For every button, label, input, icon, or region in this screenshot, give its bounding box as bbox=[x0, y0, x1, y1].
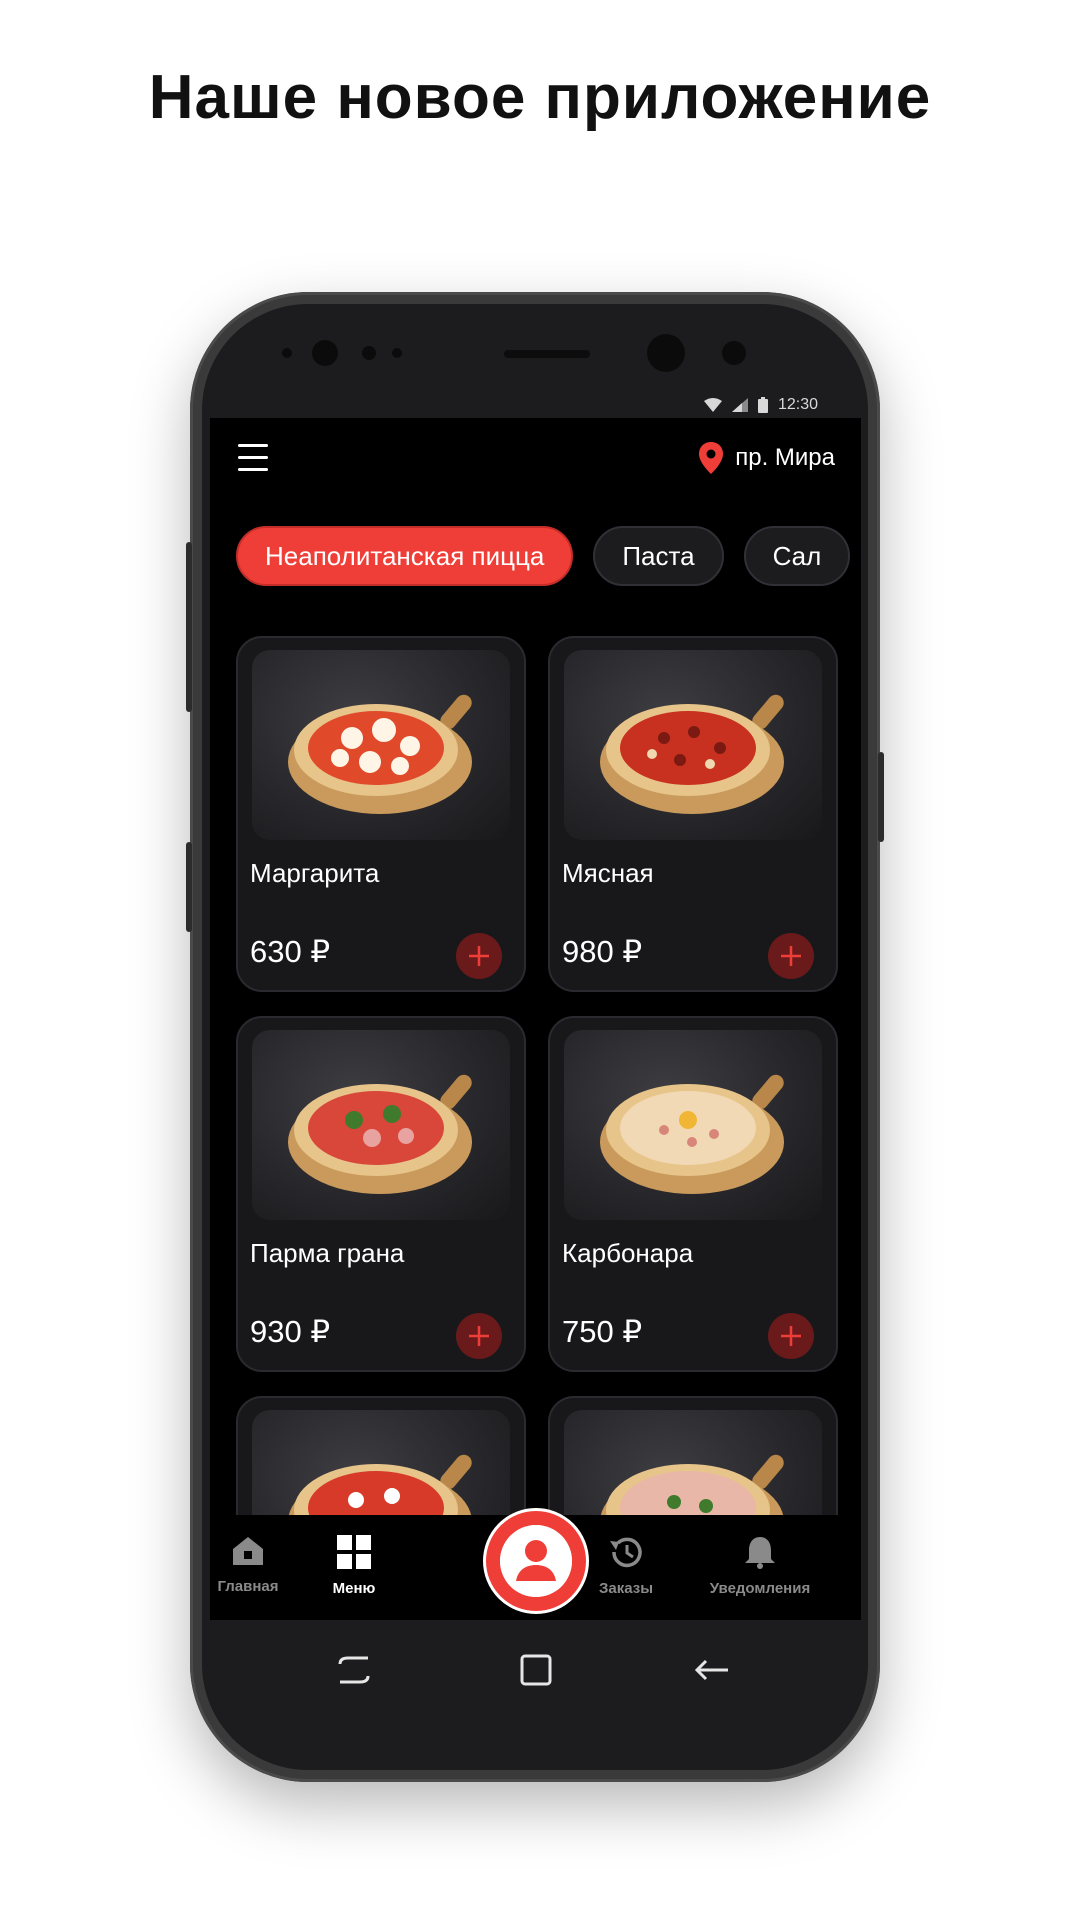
sensor-dot bbox=[362, 346, 376, 360]
home-square-icon bbox=[520, 1654, 552, 1686]
recent-apps-icon bbox=[338, 1656, 370, 1684]
status-bar: 12:30 bbox=[703, 396, 818, 414]
product-price: 930 ₽ bbox=[250, 1314, 331, 1349]
category-chip-pasta[interactable]: Паста bbox=[593, 526, 724, 586]
sensor-dot bbox=[282, 348, 292, 358]
product-name: Карбонара bbox=[562, 1238, 694, 1268]
top-bar: пр. Мира bbox=[210, 418, 861, 502]
system-navigation-bar bbox=[210, 1620, 861, 1720]
add-to-cart-button[interactable] bbox=[456, 933, 502, 979]
plus-icon bbox=[469, 946, 489, 966]
front-camera bbox=[647, 334, 685, 372]
category-chip-salads[interactable]: Сал bbox=[743, 526, 851, 586]
add-to-cart-button[interactable] bbox=[768, 1313, 814, 1359]
bell-icon bbox=[745, 1537, 775, 1569]
bixby-button bbox=[186, 842, 192, 932]
wifi-icon bbox=[703, 398, 722, 412]
add-to-cart-button[interactable] bbox=[768, 933, 814, 979]
recent-apps-button[interactable] bbox=[334, 1650, 374, 1690]
location-selector[interactable]: пр. Мира bbox=[699, 442, 835, 474]
front-camera bbox=[312, 340, 338, 366]
product-image bbox=[252, 1030, 510, 1220]
back-arrow-icon bbox=[694, 1659, 728, 1681]
product-image bbox=[564, 1030, 822, 1220]
signal-icon bbox=[731, 398, 748, 412]
nav-item-notifications[interactable]: Уведомления bbox=[685, 1535, 835, 1597]
app-screen: пр. Мира Неаполитанская пицца Паста Сал … bbox=[210, 418, 861, 1620]
location-label: пр. Мира bbox=[735, 444, 835, 471]
hamburger-icon[interactable] bbox=[238, 444, 268, 472]
profile-button[interactable] bbox=[483, 1508, 589, 1614]
sensor-dot bbox=[392, 348, 402, 358]
product-price: 980 ₽ bbox=[562, 934, 643, 969]
map-pin-icon bbox=[699, 442, 724, 474]
home-icon bbox=[233, 1537, 263, 1565]
product-name: Мясная bbox=[562, 858, 654, 888]
plus-icon bbox=[781, 946, 801, 966]
battery-icon bbox=[757, 397, 768, 413]
nav-label: Уведомления bbox=[709, 1580, 811, 1597]
history-icon bbox=[610, 1537, 642, 1568]
product-price: 630 ₽ bbox=[250, 934, 331, 969]
plus-icon bbox=[469, 1326, 489, 1346]
product-image bbox=[564, 650, 822, 840]
product-name: Парма грана bbox=[250, 1238, 405, 1268]
plus-icon bbox=[781, 1326, 801, 1346]
power-button bbox=[878, 752, 884, 842]
back-button[interactable] bbox=[692, 1650, 732, 1690]
product-card[interactable]: Маргарита 630 ₽ bbox=[236, 636, 526, 992]
profile-icon bbox=[500, 1525, 572, 1597]
sensor-dot bbox=[722, 341, 746, 365]
category-tabs: Неаполитанская пицца Паста Сал bbox=[236, 526, 851, 586]
status-time: 12:30 bbox=[777, 396, 818, 413]
nav-item-menu[interactable]: Меню bbox=[294, 1535, 414, 1597]
category-chip-neapolitan[interactable]: Неаполитанская пицца bbox=[236, 526, 574, 586]
product-card[interactable]: Мясная 980 ₽ bbox=[548, 636, 838, 992]
product-name: Маргарита bbox=[250, 858, 380, 888]
phone-speaker bbox=[504, 350, 590, 358]
home-button[interactable] bbox=[516, 1650, 556, 1690]
nav-label: Меню bbox=[332, 1580, 376, 1597]
grid-icon bbox=[337, 1535, 371, 1569]
product-image bbox=[252, 650, 510, 840]
page-headline: Наше новое приложение bbox=[148, 63, 932, 132]
product-card[interactable]: Карбонара 750 ₽ bbox=[548, 1016, 838, 1372]
product-card[interactable]: Парма грана 930 ₽ bbox=[236, 1016, 526, 1372]
add-to-cart-button[interactable] bbox=[456, 1313, 502, 1359]
volume-button bbox=[186, 542, 192, 712]
product-price: 750 ₽ bbox=[562, 1314, 643, 1349]
